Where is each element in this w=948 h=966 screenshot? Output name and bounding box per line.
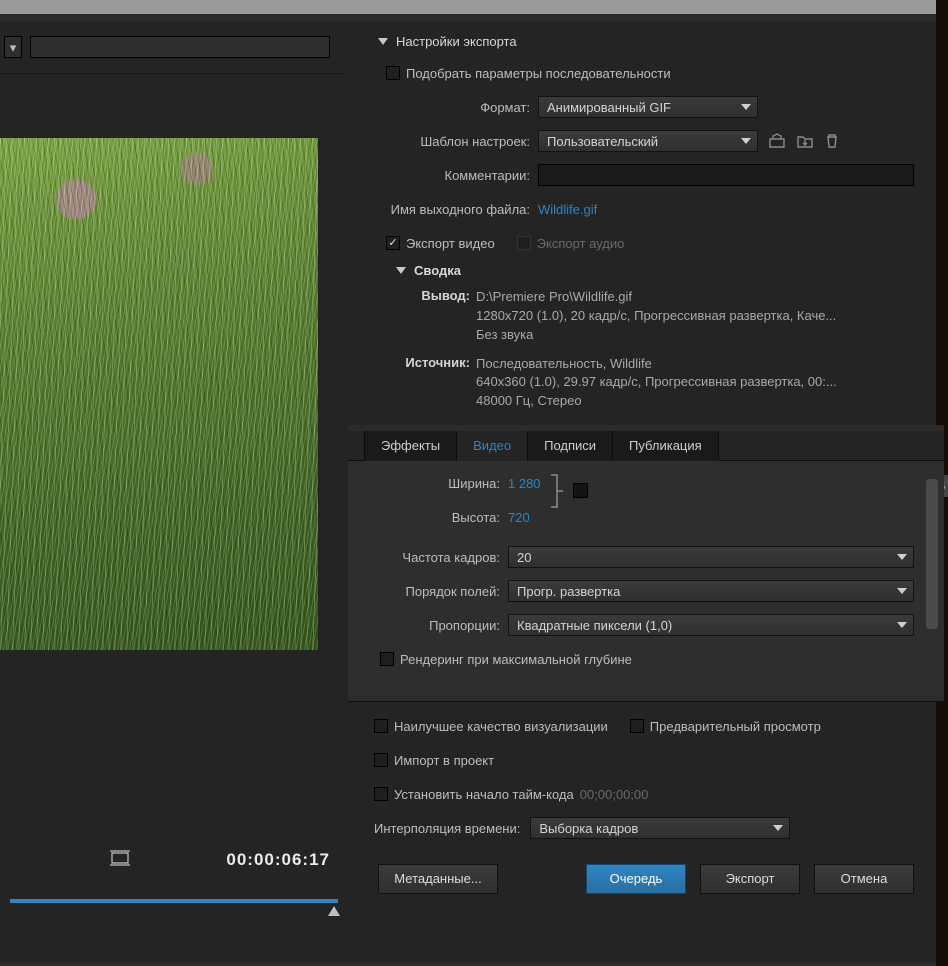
height-label: Высота: <box>378 510 508 525</box>
export-settings-header[interactable]: Настройки экспорта <box>378 34 914 49</box>
fps-dropdown[interactable]: 20 <box>508 546 914 568</box>
video-panel-scrollbar[interactable] <box>926 479 938 629</box>
fps-label: Частота кадров: <box>378 550 508 565</box>
aspect-label: Пропорции: <box>378 618 508 633</box>
use-preview-checkbox[interactable] <box>630 719 644 733</box>
export-video-checkbox[interactable] <box>386 236 400 250</box>
chevron-down-icon <box>396 267 406 274</box>
chevron-down-icon <box>773 825 783 831</box>
delete-preset-icon[interactable] <box>824 133 840 149</box>
playhead-icon[interactable] <box>328 906 340 916</box>
format-dropdown[interactable]: Анимированный GIF <box>538 96 758 118</box>
export-audio-checkbox <box>517 236 531 250</box>
field-order-dropdown[interactable]: Прогр. развертка <box>508 580 914 602</box>
preset-dropdown[interactable]: Пользовательский <box>538 130 758 152</box>
tab-video[interactable]: Видео <box>457 431 528 461</box>
preview-image <box>0 138 318 650</box>
timecode-display[interactable]: 00:00:06:17 <box>226 850 330 869</box>
export-audio-label: Экспорт аудио <box>537 236 625 251</box>
import-project-label: Импорт в проект <box>394 753 494 768</box>
preview-panel: ▾ 00:00:06:17 <box>0 22 348 962</box>
metadata-button[interactable]: Метаданные... <box>378 864 498 894</box>
best-quality-checkbox[interactable] <box>374 719 388 733</box>
fit-screen-icon[interactable] <box>110 850 130 866</box>
chevron-down-icon <box>897 622 907 628</box>
time-interpolation-label: Интерполяция времени: <box>374 821 530 836</box>
settings-tabs: Эффекты Видео Подписи Публикация <box>348 431 944 461</box>
start-tc-value: 00;00;00;00 <box>580 787 649 802</box>
summary-source-text: Последовательность, Wildlife 640x360 (1.… <box>476 355 837 412</box>
height-input[interactable]: 720 <box>508 510 530 525</box>
summary-output-text: D:\Premiere Pro\Wildlife.gif 1280x720 (1… <box>476 288 836 345</box>
match-sequence-label: Подобрать параметры последовательности <box>406 66 671 81</box>
chevron-down-icon <box>741 104 751 110</box>
comments-label: Комментарии: <box>378 168 538 183</box>
summary-header[interactable]: Сводка <box>396 263 914 278</box>
preview-source-dropdown[interactable]: ▾ <box>4 36 22 58</box>
import-preset-icon[interactable] <box>796 133 814 149</box>
width-input[interactable]: 1 280 <box>508 476 541 491</box>
output-name-label: Имя выходного файла: <box>378 202 538 217</box>
set-start-tc-checkbox[interactable] <box>374 787 388 801</box>
max-depth-checkbox[interactable] <box>380 652 394 666</box>
aspect-dropdown[interactable]: Квадратные пиксели (1,0) <box>508 614 914 636</box>
cancel-button[interactable]: Отмена <box>814 864 914 894</box>
tab-captions[interactable]: Подписи <box>528 431 613 461</box>
comments-input[interactable] <box>538 164 914 186</box>
chevron-down-icon <box>741 138 751 144</box>
best-quality-label: Наилучшее качество визуализации <box>394 719 608 734</box>
preview-search-input[interactable] <box>30 36 330 58</box>
export-video-label: Экспорт видео <box>406 236 495 251</box>
format-label: Формат: <box>378 100 538 115</box>
link-brace-icon <box>547 469 567 513</box>
export-settings-title: Настройки экспорта <box>396 34 517 49</box>
summary-output-key: Вывод: <box>394 288 476 345</box>
chevron-down-icon <box>897 554 907 560</box>
summary-source-key: Источник: <box>394 355 476 412</box>
tab-publish[interactable]: Публикация <box>613 431 719 461</box>
chevron-down-icon <box>897 588 907 594</box>
timeline-slider[interactable] <box>10 892 338 910</box>
queue-button[interactable]: Очередь <box>586 864 686 894</box>
aspect-lock-toggle[interactable] <box>573 483 588 498</box>
time-interpolation-dropdown[interactable]: Выборка кадров <box>530 817 790 839</box>
import-project-checkbox[interactable] <box>374 753 388 767</box>
match-sequence-checkbox[interactable] <box>386 66 400 80</box>
summary-title: Сводка <box>414 263 461 278</box>
tab-effects[interactable]: Эффекты <box>364 431 457 461</box>
export-button[interactable]: Экспорт <box>700 864 800 894</box>
max-depth-label: Рендеринг при максимальной глубине <box>400 652 632 667</box>
chevron-down-icon <box>378 38 388 45</box>
preset-label: Шаблон настроек: <box>378 134 538 149</box>
use-preview-label: Предварительный просмотр <box>650 719 821 734</box>
field-order-label: Порядок полей: <box>378 584 508 599</box>
width-label: Ширина: <box>378 476 508 491</box>
save-preset-icon[interactable] <box>768 133 786 149</box>
output-name-link[interactable]: Wildlife.gif <box>538 202 597 217</box>
set-start-tc-label: Установить начало тайм-кода <box>394 787 574 802</box>
